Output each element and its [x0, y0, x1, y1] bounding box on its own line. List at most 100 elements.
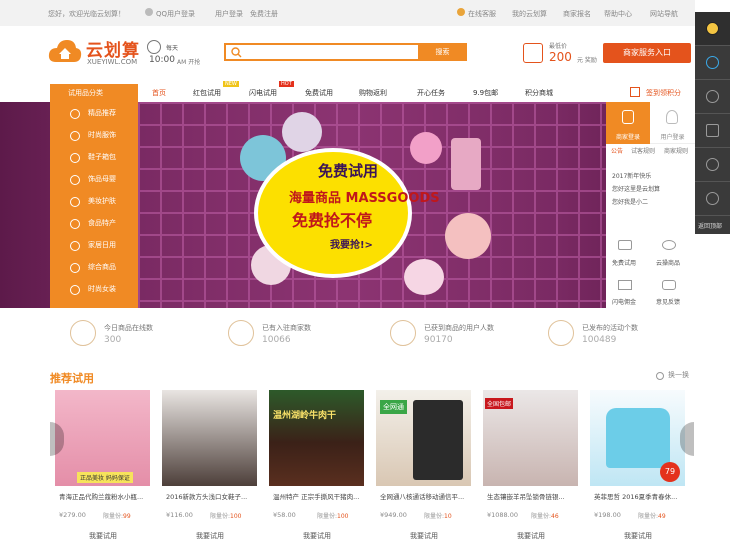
my-account-link[interactable]: 我的云划算 — [512, 9, 547, 19]
product-name[interactable]: 温州特产 正宗手撕风干猪肉... — [273, 491, 363, 501]
tab-merchant-rules[interactable]: 商家规则 — [664, 146, 688, 155]
product-badge: 全网通 — [380, 400, 407, 414]
merchant-register-link[interactable]: 商家报名 — [563, 9, 591, 19]
category-item[interactable]: 家居日用 — [50, 234, 138, 256]
product-name[interactable]: 英菲思哲 2016夏季青春休... — [594, 491, 684, 501]
nav-item-flash[interactable]: 闪电试用 — [249, 88, 277, 98]
shoe-image — [410, 132, 442, 164]
back-top-link[interactable]: 返回顶部 — [698, 221, 722, 230]
luggage-image — [404, 259, 444, 295]
person-icon — [390, 320, 416, 346]
hot-suffix: 元 奖励 — [577, 57, 597, 64]
product-quota: 限量份:100 — [317, 513, 349, 520]
nav-item-points[interactable]: 积分商城 — [525, 88, 553, 98]
heart-icon[interactable] — [695, 148, 730, 182]
qq-login-link[interactable]: QQ用户登录 — [156, 9, 195, 19]
apply-trial-button[interactable]: 我要试用 — [59, 528, 147, 544]
category-item[interactable]: 时尚服饰 — [50, 124, 138, 146]
chat-icon[interactable] — [695, 182, 730, 216]
logo-subtitle: XUEYIWL.COM — [87, 58, 138, 66]
product-name[interactable]: 青海正品代购兰蔻粉水小瓶... — [59, 491, 149, 501]
top-bar: 您好，欢迎光临云划算！ QQ用户登录 用户登录 免费注册 在线客服 我的云划算 … — [0, 0, 695, 26]
nav-item-task[interactable]: 开心任务 — [417, 88, 445, 98]
apply-trial-button[interactable]: 我要试用 — [594, 528, 682, 544]
new-badge: NEW — [223, 81, 239, 87]
cloud-logo-icon[interactable] — [48, 38, 82, 66]
product-name[interactable]: 生态镶嵌羊吊坠锁骨链银... — [487, 491, 577, 501]
nav-item-free[interactable]: 免费试用 — [305, 88, 333, 98]
login-link[interactable]: 用户登录 — [215, 9, 243, 19]
category-item[interactable]: 食品特产 — [50, 212, 138, 234]
register-link[interactable]: 免费注册 — [250, 9, 278, 19]
stat-value: 300 — [104, 335, 122, 345]
qq-icon[interactable] — [695, 12, 730, 46]
product-image[interactable] — [269, 390, 364, 486]
product-card[interactable]: 2016新款方头浅口女鞋子... ¥116.00 限量份:100 我要试用 — [162, 390, 257, 551]
nav-item-home[interactable]: 首页 — [152, 88, 166, 98]
site-nav-link[interactable]: 网站导航 — [650, 9, 678, 19]
signin-link[interactable]: 签到领积分 — [646, 88, 681, 98]
notice-item[interactable]: 2017新年快乐 — [612, 170, 660, 183]
product-price: ¥949.00 — [380, 511, 407, 519]
refresh-icon — [656, 372, 664, 380]
help-center-link[interactable]: 帮助中心 — [604, 9, 632, 19]
service-free-trial[interactable]: 免费试用 — [612, 258, 636, 267]
product-quota: 限量份:100 — [210, 513, 242, 520]
category-item[interactable]: 精品推荐 — [50, 102, 138, 124]
service-flash[interactable]: 闪电佣金 — [612, 297, 636, 306]
feedback-icon — [662, 280, 676, 290]
online-service-link[interactable]: 在线客服 — [468, 9, 496, 19]
gift-icon — [523, 43, 543, 63]
cart-icon[interactable] — [695, 114, 730, 148]
service-goods[interactable]: 云操商品 — [656, 258, 680, 267]
tab-notice[interactable]: 公告 — [611, 146, 623, 155]
product-price: ¥198.00 — [594, 511, 621, 519]
product-card[interactable]: 全国包邮 生态镶嵌羊吊坠锁骨链银... ¥1088.00 限量份:46 我要试用 — [483, 390, 578, 551]
stat-label: 已获到商品的用户人数 — [424, 324, 494, 332]
nav-item-rebate[interactable]: 购物返利 — [359, 88, 387, 98]
service-feedback[interactable]: 意见反馈 — [656, 297, 680, 306]
category-item[interactable]: 饰品母婴 — [50, 168, 138, 190]
nav-item-redpacket[interactable]: 红包试用 — [193, 88, 221, 98]
apply-trial-button[interactable]: 我要试用 — [487, 528, 575, 544]
category-item[interactable]: 时尚女装 — [50, 278, 138, 300]
dress-image — [451, 138, 481, 190]
apply-trial-button[interactable]: 我要试用 — [166, 528, 254, 544]
banner-cta[interactable]: 我要抢!> — [330, 236, 373, 251]
product-price: ¥279.00 — [59, 511, 86, 519]
notice-list: 2017新年快乐 您好这里是云划算 您好我是小二 — [612, 170, 660, 209]
signin-icon — [630, 87, 640, 97]
category-item[interactable]: 鞋子箱包 — [50, 146, 138, 168]
product-card[interactable]: 79 英菲思哲 2016夏季青春休... ¥198.00 限量份:49 我要试用 — [590, 390, 685, 551]
stat-value: 10066 — [262, 335, 291, 345]
product-card[interactable]: 温州湖岭牛肉干 温州特产 正宗手撕风干猪肉... ¥58.00 限量份:100 … — [269, 390, 364, 551]
user-icon[interactable] — [695, 80, 730, 114]
free-trial-icon — [618, 240, 632, 250]
search-button[interactable]: 搜索 — [418, 43, 467, 61]
product-card[interactable]: 正品美妆 妈妈保证 青海正品代购兰蔻粉水小瓶... ¥279.00 限量份:99… — [55, 390, 150, 551]
tab-tester-rules[interactable]: 试客规则 — [631, 146, 655, 155]
notice-item[interactable]: 您好我是小二 — [612, 196, 660, 209]
product-card[interactable]: 全网通 全网通八核通话移动通信平... ¥949.00 限量份:10 我要试用 — [376, 390, 471, 551]
merchant-entry-button[interactable]: 商家服务入口 — [603, 43, 691, 63]
notice-item[interactable]: 您好这里是云划算 — [612, 183, 660, 196]
category-item[interactable]: 综合商品 — [50, 256, 138, 278]
product-price: ¥58.00 — [273, 511, 296, 519]
product-price: ¥1088.00 — [487, 511, 519, 519]
clock-label: 每天 — [166, 45, 179, 52]
product-image[interactable] — [162, 390, 257, 486]
globe-icon[interactable] — [695, 46, 730, 80]
user-icon — [666, 110, 678, 124]
nav-item-99[interactable]: 9.9包邮 — [473, 88, 498, 98]
clock-icon — [147, 40, 161, 54]
category-item[interactable]: 美妆护肤 — [50, 190, 138, 212]
product-price: ¥116.00 — [166, 511, 193, 519]
product-name[interactable]: 2016新款方头浅口女鞋子... — [166, 491, 256, 501]
apply-trial-button[interactable]: 我要试用 — [380, 528, 468, 544]
tablet-image — [413, 400, 463, 480]
product-name[interactable]: 全网通八核通话移动通信平... — [380, 491, 470, 501]
floating-sidebar: 返回顶部 — [695, 12, 730, 234]
refresh-link[interactable]: 换一换 — [668, 370, 689, 380]
flash-icon — [618, 280, 632, 290]
apply-trial-button[interactable]: 我要试用 — [273, 528, 361, 544]
